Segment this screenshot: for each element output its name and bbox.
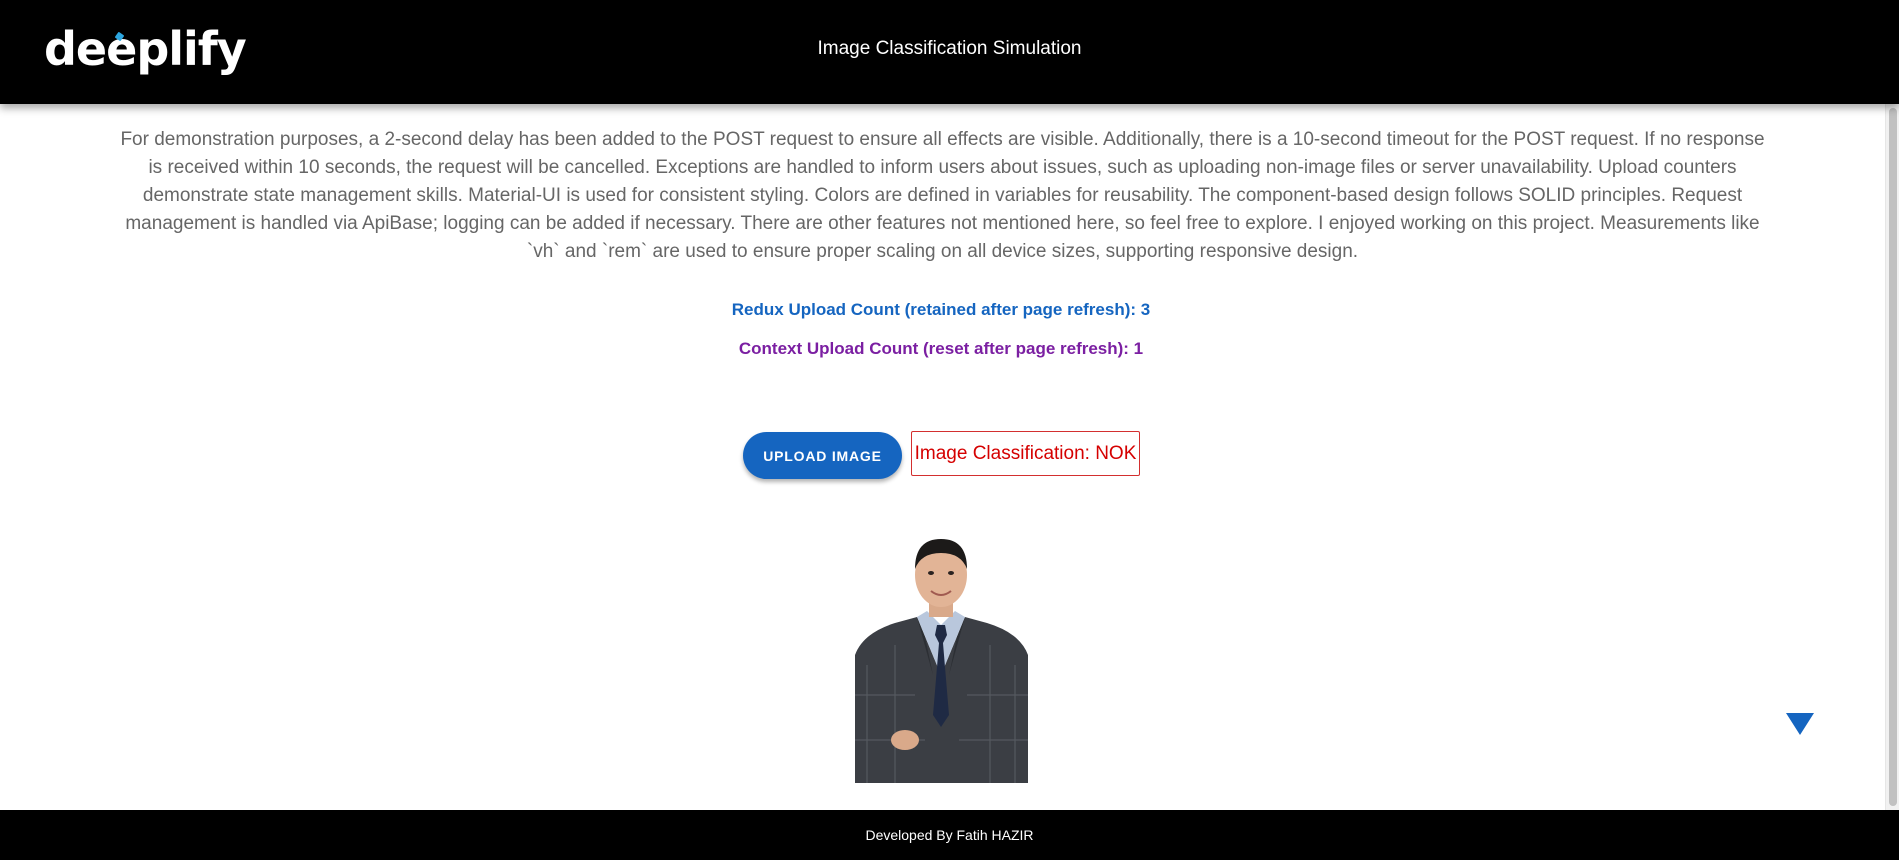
scrollbar-thumb[interactable] — [1889, 108, 1897, 806]
page-title: Image Classification Simulation — [817, 38, 1082, 59]
redux-upload-count: Redux Upload Count (retained after page … — [731, 300, 1151, 319]
uploaded-image-preview — [855, 525, 1028, 783]
project-description: For demonstration purposes, a 2-second d… — [120, 129, 1765, 262]
page: deeplify Image Classification Simulation… — [0, 0, 1899, 860]
app-header: deeplify Image Classification Simulation — [0, 0, 1899, 104]
scroll-down-button[interactable] — [1786, 713, 1814, 735]
triangle-down-icon — [1786, 713, 1814, 735]
classification-result: Image Classification: NOK — [911, 431, 1140, 476]
portrait-image — [855, 525, 1028, 783]
app-footer: Developed By Fatih HAZIR — [0, 810, 1899, 860]
developer-credit: Developed By Fatih HAZIR — [865, 827, 1034, 843]
upload-image-button[interactable]: UPLOAD IMAGE — [743, 432, 902, 479]
context-upload-count: Context Upload Count (reset after page r… — [738, 339, 1144, 358]
